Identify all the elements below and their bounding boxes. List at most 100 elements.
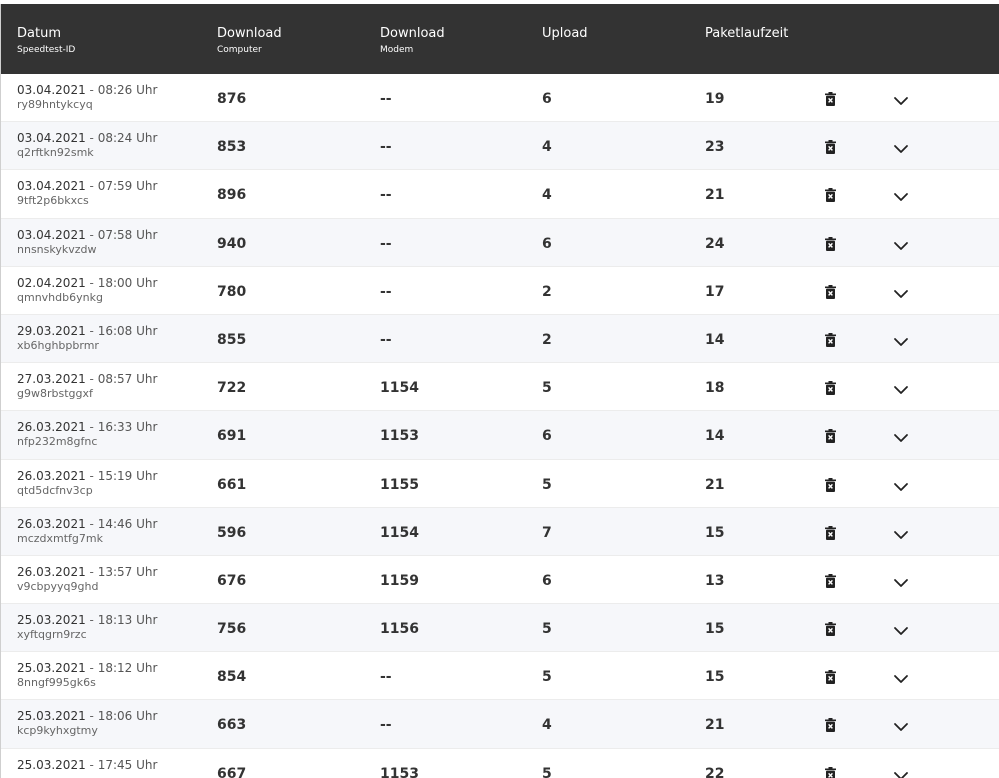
expand-button[interactable] [893,767,909,778]
row-date: 03.04.2021 [17,227,86,242]
chevron-down-icon [894,289,908,298]
delete-button[interactable] [824,621,837,637]
header-upload: Upload [542,26,588,41]
speedtest-results-table: Datum Speedtest-ID Download Computer Dow… [0,4,999,778]
date-cell: 03.04.2021 - 07:58 Uhr nnsnskykvzdw [17,228,157,257]
date-cell: 26.03.2021 - 13:57 Uhr v9cbpyyq9ghd [17,565,157,594]
header-download-modem-label: Download [380,26,445,41]
speedtest-id: g9w8rbstggxf [17,387,93,401]
delete-button[interactable] [824,477,837,492]
expand-button[interactable] [893,237,909,250]
delete-button[interactable] [824,236,837,251]
row-date: 26.03.2021 [17,420,86,435]
expand-button[interactable] [893,188,909,202]
download-modem-value: -- [380,331,392,348]
table-row: 03.04.2021 - 08:24 Uhr q2rftkn92smk 853 … [1,122,999,171]
trash-icon [825,766,836,778]
download-modem-value: -- [380,283,392,300]
delete-button[interactable] [824,187,837,203]
row-time: 18:13 Uhr [97,613,158,628]
download-modem-value: -- [380,187,392,204]
row-date: 27.03.2021 [17,372,86,387]
header-download-computer-label: Download [217,26,282,41]
row-date: 26.03.2021 [17,564,86,579]
upload-value: 2 [542,331,552,348]
table-row: 26.03.2021 - 15:19 Uhr qtd5dcfnv3cp 661 … [1,459,999,508]
delete-button[interactable] [824,525,837,540]
download-modem-value: -- [380,669,392,686]
chevron-down-icon [894,530,908,539]
trash-icon [825,622,836,637]
table-row: 03.04.2021 - 08:26 Uhr ry89hntykcyq 876 … [1,74,999,123]
row-date: 03.04.2021 [17,131,86,146]
trash-icon [825,477,836,492]
delete-button[interactable] [824,428,837,444]
delete-button[interactable] [824,669,837,685]
date-cell: 25.03.2021 - 18:12 Uhr 8nngf995gk6s [17,661,157,690]
delete-button[interactable] [824,717,837,733]
speedtest-id: qtd5dcfnv3cp [17,483,93,497]
delete-button[interactable] [824,91,837,106]
date-line: 29.03.2021 - 16:08 Uhr [17,323,158,338]
speedtest-id: mczdxmtfg7mk [17,531,103,545]
delete-button[interactable] [824,573,837,588]
ping-value: 21 [705,476,725,493]
download-computer-value: 667 [217,765,247,778]
expand-button[interactable] [893,622,909,635]
table-row: 25.03.2021 - 17:45 Uhr 667 1153 5 22 [1,748,999,778]
delete-button[interactable] [824,380,837,396]
table-row: 25.03.2021 - 18:12 Uhr 8nngf995gk6s 854 … [1,652,999,701]
row-time: 17:45 Uhr [97,757,158,772]
delete-button[interactable] [824,139,837,155]
expand-button[interactable] [893,429,909,443]
row-time: 15:19 Uhr [97,468,158,483]
row-time: 16:08 Uhr [97,323,158,338]
expand-button[interactable] [893,478,909,491]
expand-button[interactable] [893,140,909,154]
expand-button[interactable] [893,333,909,346]
header-date: Datum Speedtest-ID [17,26,75,57]
download-computer-value: 663 [217,717,247,734]
delete-button[interactable] [824,284,837,299]
expand-button[interactable] [893,285,909,298]
chevron-down-icon [894,241,908,250]
download-modem-value: 1153 [380,765,419,778]
ping-value: 24 [705,235,725,252]
chevron-down-icon [894,675,908,684]
download-computer-value: 661 [217,476,247,493]
trash-icon [825,525,836,540]
row-date: 26.03.2021 [17,516,86,531]
upload-value: 4 [542,187,552,204]
chevron-down-icon [894,338,908,346]
date-line: 26.03.2021 - 16:33 Uhr [17,420,158,435]
ping-value: 23 [705,139,725,156]
date-line: 25.03.2021 - 18:06 Uhr [17,709,158,724]
row-date: 25.03.2021 [17,661,86,676]
expand-button[interactable] [893,670,909,684]
download-computer-value: 722 [217,380,247,397]
table-row: 03.04.2021 - 07:59 Uhr 9tft2p6bkxcs 896 … [1,170,999,219]
expand-button[interactable] [893,526,909,539]
delete-button[interactable] [824,332,837,347]
row-time: 13:57 Uhr [97,564,158,579]
chevron-down-icon [894,723,908,732]
expand-button[interactable] [893,574,909,587]
download-modem-value: -- [380,717,392,734]
date-line: 03.04.2021 - 07:59 Uhr [17,179,158,194]
upload-value: 4 [542,717,552,734]
row-time: 08:26 Uhr [97,83,158,97]
download-computer-value: 756 [217,621,247,638]
date-cell: 26.03.2021 - 14:46 Uhr mczdxmtfg7mk [17,517,157,546]
expand-button[interactable] [893,381,909,395]
expand-button[interactable] [893,718,909,732]
expand-button[interactable] [893,92,909,105]
download-modem-value: -- [380,235,392,252]
download-computer-value: 780 [217,283,247,300]
date-cell: 26.03.2021 - 16:33 Uhr nfp232m8gfnc [17,420,157,449]
upload-value: 7 [542,524,552,541]
download-modem-value: 1156 [380,621,419,638]
ping-value: 17 [705,283,725,300]
delete-button[interactable] [824,766,837,778]
ping-value: 21 [705,717,725,734]
upload-value: 5 [542,765,552,778]
